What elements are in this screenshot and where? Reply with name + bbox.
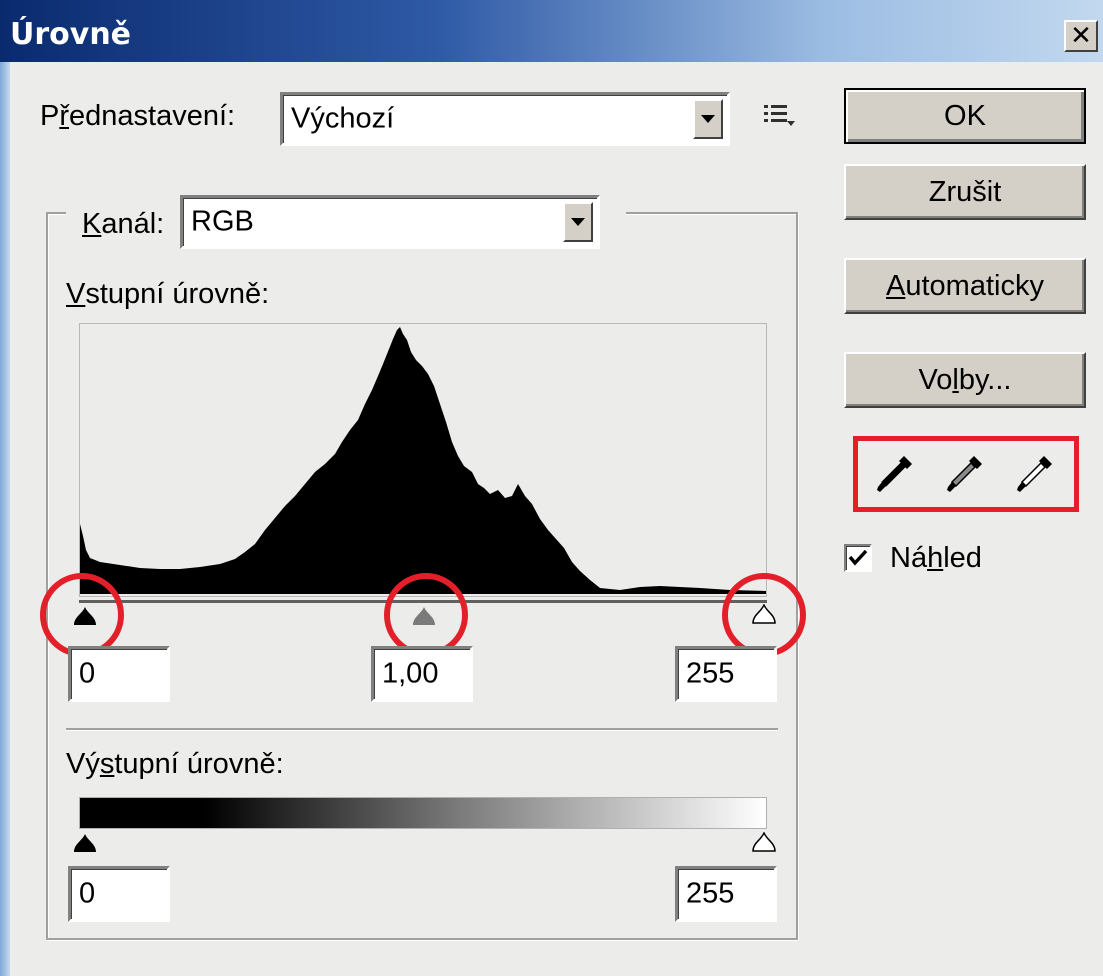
- chevron-down-icon[interactable]: [563, 202, 593, 242]
- preview-checkbox[interactable]: [844, 544, 872, 572]
- black-eyedropper-icon[interactable]: [874, 452, 916, 496]
- preset-label: Přednastavení:: [40, 100, 236, 132]
- output-black-field[interactable]: 0: [68, 866, 170, 922]
- channel-dropdown[interactable]: RGB: [180, 195, 600, 249]
- preset-value: Výchozí: [291, 102, 395, 135]
- separator: [66, 728, 778, 730]
- preset-dropdown[interactable]: Výchozí: [280, 92, 730, 146]
- presets-menu-icon[interactable]: [762, 101, 798, 131]
- output-levels-label: Výstupní úrovně:: [66, 748, 284, 780]
- input-gamma-field[interactable]: 1,00: [371, 646, 473, 702]
- channel-value: RGB: [191, 205, 254, 238]
- cancel-button[interactable]: Zrušit: [844, 164, 1086, 220]
- output-white-field[interactable]: 255: [675, 866, 777, 922]
- close-button[interactable]: ✕: [1064, 20, 1098, 52]
- output-gradient: [79, 797, 767, 829]
- input-black-field[interactable]: 0: [68, 646, 170, 702]
- close-icon: ✕: [1070, 20, 1092, 50]
- ok-button[interactable]: OK: [844, 88, 1086, 144]
- histogram-plot: [80, 327, 766, 594]
- window-title: Úrovně: [10, 17, 132, 52]
- input-levels-label: Vstupní úrovně:: [66, 278, 270, 310]
- output-black-slider[interactable]: [73, 833, 97, 855]
- highlight-circle: [384, 573, 468, 657]
- white-eyedropper-icon[interactable]: [1014, 452, 1056, 496]
- highlight-circle: [40, 573, 124, 657]
- chevron-down-icon[interactable]: [693, 99, 723, 139]
- title-bar[interactable]: Úrovně ✕: [0, 0, 1103, 62]
- preview-label[interactable]: Náhled: [890, 542, 982, 575]
- window-edge: [0, 62, 10, 976]
- gray-eyedropper-icon[interactable]: [944, 452, 986, 496]
- output-white-slider[interactable]: [752, 832, 776, 854]
- histogram: [79, 323, 767, 597]
- options-button[interactable]: Volby...: [844, 352, 1086, 408]
- auto-button[interactable]: Automaticky: [844, 258, 1086, 314]
- channel-label: Kanál:: [82, 208, 165, 240]
- checkmark-icon: [848, 549, 868, 566]
- levels-dialog: Úrovně ✕ Přednastavení: Výchozí Kanál: R…: [0, 0, 1103, 976]
- input-white-field[interactable]: 255: [675, 646, 777, 702]
- highlight-circle: [722, 573, 806, 657]
